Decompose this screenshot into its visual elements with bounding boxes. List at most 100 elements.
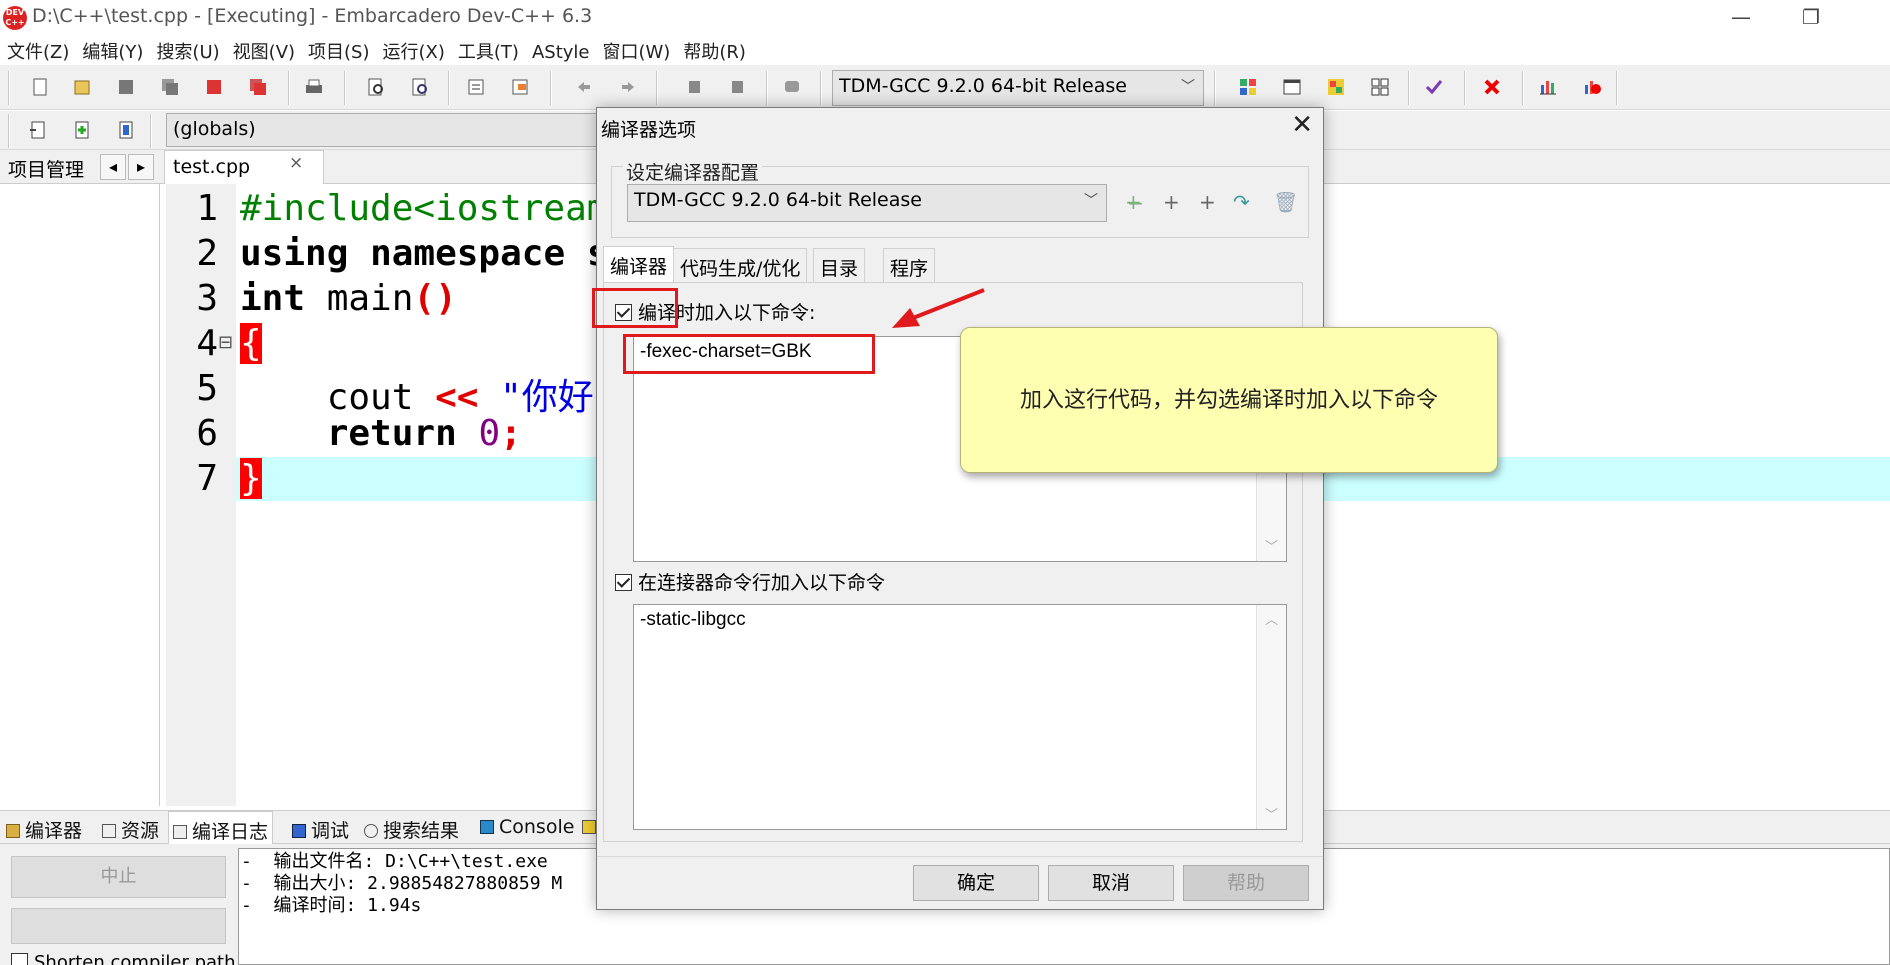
redo-icon[interactable] [618, 77, 638, 97]
compile-icon[interactable] [1238, 77, 1258, 97]
trash-icon[interactable]: 🗑 [1273, 190, 1298, 214]
close-all-icon[interactable] [248, 77, 268, 97]
tab-compiler-settings[interactable]: 编译器 [603, 246, 675, 282]
add-config-icon[interactable]: +̶ [1125, 190, 1142, 214]
shorten-path-label: Shorten compiler path [34, 952, 236, 965]
toggle-comment-icon[interactable] [782, 77, 802, 97]
run-icon[interactable] [1282, 77, 1302, 97]
linker-commands-textarea[interactable]: -static-libgcc ︿ ﹀ [633, 604, 1287, 830]
close-file-icon[interactable] [204, 77, 224, 97]
project-tree[interactable] [0, 184, 160, 806]
scope-select-value: (globals) [173, 118, 256, 140]
close-tab-icon[interactable]: × [289, 153, 303, 173]
fold-toggle-icon[interactable]: ⊟ [218, 332, 233, 353]
command-highlight [623, 334, 875, 374]
cancel-button[interactable]: 取消 [1048, 865, 1174, 901]
scope-select[interactable]: (globals) [166, 113, 606, 147]
compiler-config-select[interactable]: TDM-GCC 9.2.0 64-bit Release ﹀ [627, 184, 1107, 222]
print-icon[interactable] [304, 77, 324, 97]
syntax-check-icon[interactable] [1424, 77, 1444, 97]
code-number: 0 [478, 413, 501, 454]
plus-icon[interactable]: + [1199, 190, 1216, 214]
compiler-options-dialog: 编译器选项 ✕ 设定编译器配置 TDM-GCC 9.2.0 64-bit Rel… [596, 107, 1324, 910]
console-icon [480, 820, 494, 834]
matching-brace: { [240, 323, 262, 364]
tab-codegen[interactable]: 代码生成/优化 [673, 248, 808, 282]
menu-tools[interactable]: 工具(T) [451, 34, 525, 64]
tab-test-cpp[interactable]: test.cpp × [164, 150, 324, 184]
new-file-icon[interactable] [30, 77, 50, 97]
minimize-button[interactable]: — [1718, 2, 1764, 32]
tab-compile-log[interactable]: 编译日志 [168, 811, 274, 845]
tab-console[interactable]: Console [480, 816, 574, 838]
tab-search-results[interactable]: 搜索结果 [364, 816, 459, 843]
replace-icon[interactable] [410, 77, 430, 97]
chevron-down-icon[interactable]: ﹀ [1265, 536, 1278, 555]
menu-window[interactable]: 窗口(W) [595, 34, 676, 64]
chevron-down-icon[interactable]: ﹀ [1265, 804, 1278, 823]
stop-compile-button[interactable]: 中止 [11, 856, 226, 898]
annotation-callout: 加入这行代码，并勾选编译时加入以下命令 [960, 327, 1498, 473]
tab-project-manager[interactable]: 项目管理 [8, 155, 84, 182]
new-project-icon[interactable] [28, 120, 48, 140]
remove-from-project-icon[interactable] [116, 120, 136, 140]
close-icon[interactable]: ✕ [1291, 110, 1313, 140]
open-file-icon[interactable] [72, 77, 92, 97]
keyword: return [240, 413, 457, 454]
tab-scroll-left-icon[interactable]: ◂ [100, 154, 126, 180]
tab-compiler[interactable]: 编译器 [6, 816, 82, 843]
rebuild-icon[interactable] [1370, 77, 1390, 97]
scrollbar[interactable]: ︿ ﹀ [1256, 605, 1286, 829]
unindent-icon[interactable] [510, 77, 530, 97]
menu-help[interactable]: 帮助(R) [676, 34, 752, 64]
code-text: main [305, 278, 414, 319]
linker-commands-option[interactable]: 在连接器命令行加入以下命令 [615, 568, 885, 595]
menu-run[interactable]: 运行(X) [376, 34, 451, 64]
tab-compiler-label: 编译器 [25, 820, 83, 842]
rename-icon[interactable]: ↷ [1233, 190, 1250, 214]
delete-profile-icon[interactable] [1582, 77, 1602, 97]
tab-compile-log-label: 编译日志 [192, 821, 269, 843]
tab-debug[interactable]: 调试 [292, 816, 349, 843]
tab-search-results-label: 搜索结果 [383, 820, 460, 842]
tab-scroll-right-icon[interactable]: ▸ [128, 154, 154, 180]
forward-icon[interactable] [728, 77, 748, 97]
maximize-button[interactable]: ❐ [1788, 2, 1834, 32]
menu-edit[interactable]: 编辑(Y) [75, 34, 149, 64]
help-button[interactable]: 帮助 [1183, 865, 1309, 901]
checkbox-highlight [592, 288, 678, 328]
undo-icon[interactable] [574, 77, 594, 97]
shorten-path-option[interactable]: Shorten compiler path [11, 952, 236, 965]
add-to-project-icon[interactable] [72, 120, 92, 140]
menu-file[interactable]: 文件(Z) [0, 34, 75, 64]
line-number: 2 [196, 233, 218, 274]
tab-resources[interactable]: 资源 [102, 816, 159, 843]
line-number: 3 [196, 278, 218, 319]
save-all-icon[interactable] [160, 77, 180, 97]
find-icon[interactable] [366, 77, 386, 97]
keyword: int [240, 278, 306, 319]
menu-search[interactable]: 搜索(U) [149, 34, 225, 64]
tab-programs[interactable]: 程序 [883, 248, 936, 282]
plus-icon[interactable]: + [1163, 190, 1180, 214]
profile-icon[interactable] [1538, 77, 1558, 97]
tab-directories[interactable]: 目录 [813, 248, 866, 282]
back-icon[interactable] [684, 77, 704, 97]
compile-run-icon[interactable] [1326, 77, 1346, 97]
linker-commands-checkbox[interactable] [615, 574, 632, 591]
tab-console-label: Console [499, 816, 575, 838]
chevron-up-icon[interactable]: ︿ [1265, 609, 1278, 628]
linker-commands-label: 在连接器命令行加入以下命令 [638, 572, 886, 594]
stop-execution-icon[interactable] [1482, 77, 1502, 97]
indent-icon[interactable] [466, 77, 486, 97]
blank-button[interactable] [11, 908, 226, 944]
shorten-path-checkbox[interactable] [11, 953, 28, 965]
menu-view[interactable]: 视图(V) [226, 34, 301, 64]
config-group-label: 设定编译器配置 [623, 158, 763, 185]
menu-astyle[interactable]: AStyle [525, 38, 596, 63]
save-icon[interactable] [116, 77, 136, 97]
ok-button[interactable]: 确定 [913, 865, 1039, 901]
line-number: 7 [196, 458, 218, 499]
compiler-select[interactable]: TDM-GCC 9.2.0 64-bit Release ﹀ [832, 70, 1204, 106]
menu-project[interactable]: 项目(S) [301, 34, 375, 64]
